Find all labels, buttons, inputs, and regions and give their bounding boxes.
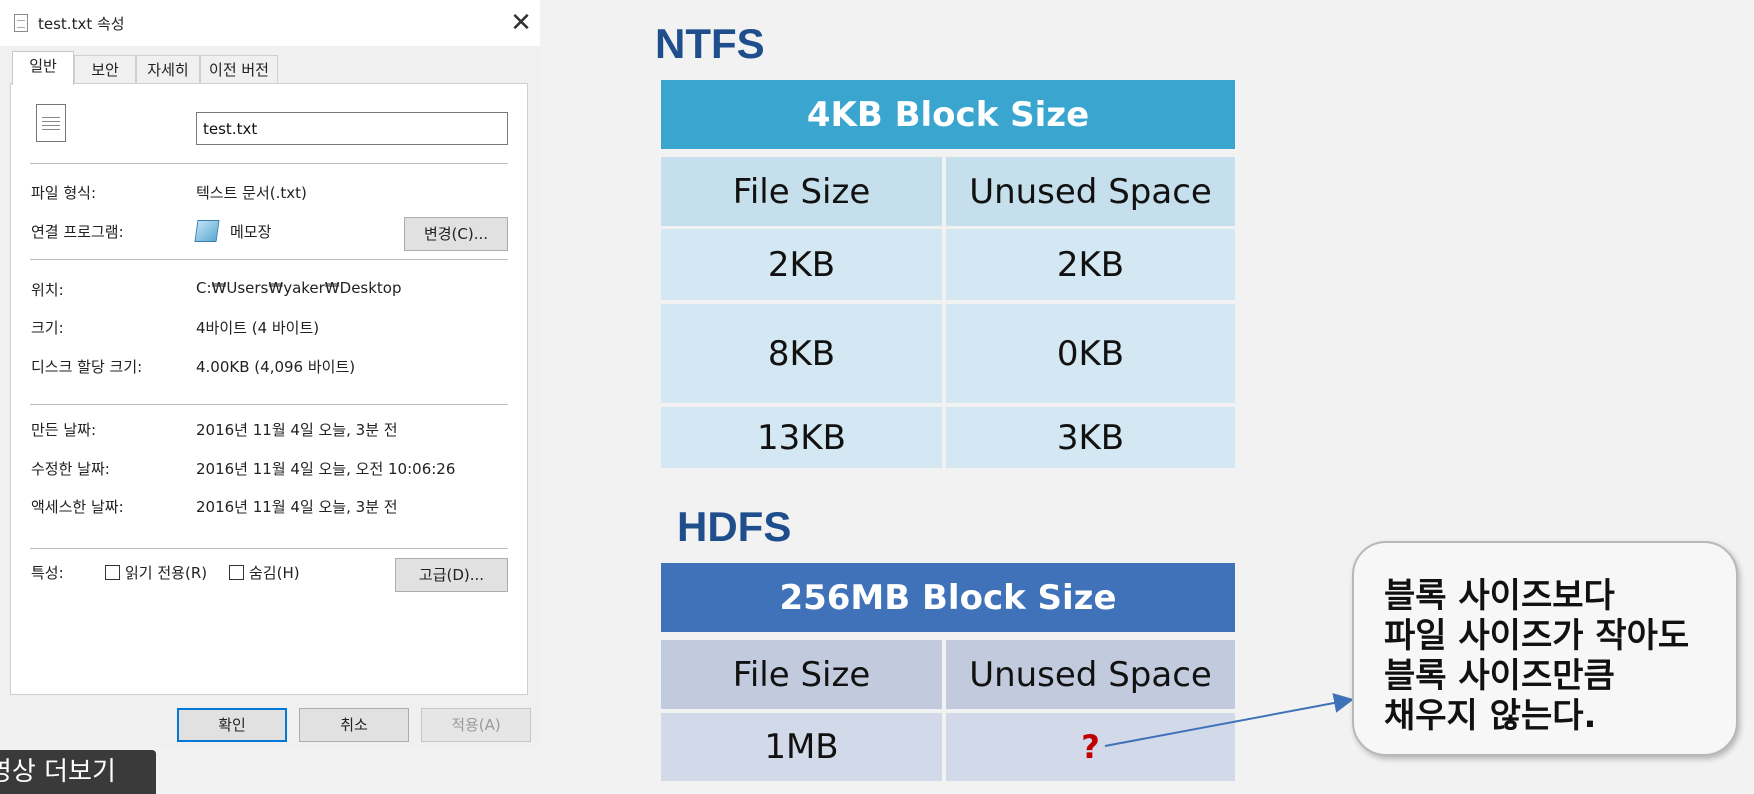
- callout-line: 채우지 않는다.: [1384, 696, 1597, 736]
- tab-general[interactable]: 일반: [12, 51, 74, 85]
